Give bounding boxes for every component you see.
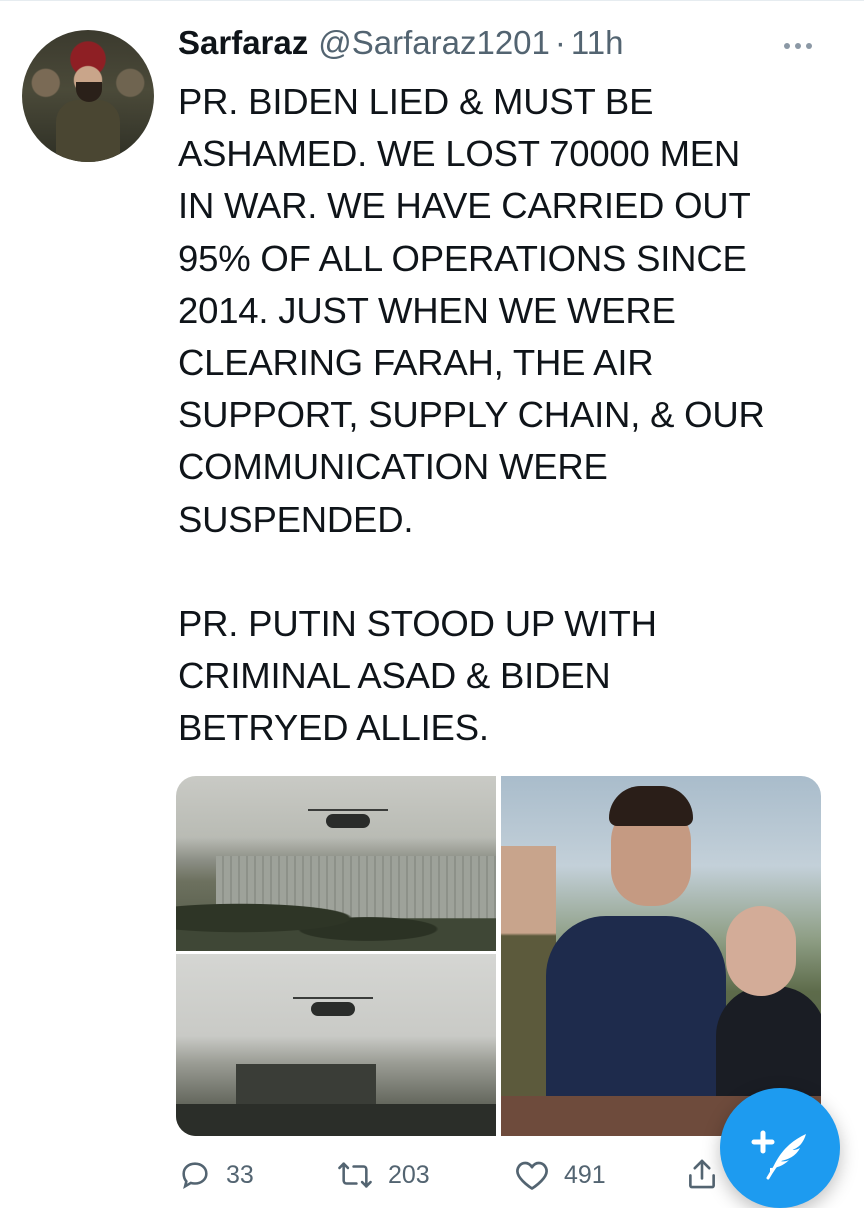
helicopter-shape <box>293 997 373 1016</box>
helicopter-shape <box>308 809 388 828</box>
avatar-figure <box>56 100 120 162</box>
share-button[interactable] <box>686 1156 718 1192</box>
more-dot <box>806 43 812 49</box>
media-image-helicopter-over-compound[interactable] <box>176 954 496 1136</box>
like-button[interactable]: 491 <box>514 1158 606 1192</box>
retweet-icon <box>338 1162 372 1188</box>
tweet-media-grid <box>176 776 821 1136</box>
author-name[interactable]: Sarfaraz <box>178 24 308 62</box>
more-dot <box>784 43 790 49</box>
reply-count: 33 <box>226 1160 254 1189</box>
reply-icon <box>182 1162 208 1189</box>
tweet-header: Sarfaraz @Sarfaraz1201 · 11h <box>178 24 624 68</box>
compose-tweet-icon <box>751 1130 806 1180</box>
share-icon <box>689 1159 715 1189</box>
top-divider <box>0 0 864 1</box>
more-dot <box>795 43 801 49</box>
retweet-button[interactable]: 203 <box>336 1158 430 1192</box>
trees-shape <box>176 896 496 951</box>
media-image-leaders-standing[interactable] <box>501 776 821 1136</box>
compose-tweet-button[interactable] <box>720 1088 840 1208</box>
heart-icon <box>516 1161 548 1190</box>
separator-dot: · <box>554 24 566 61</box>
media-image-helicopter-over-building[interactable] <box>176 776 496 951</box>
tweet-text: PR. BIDEN LIED & MUST BE ASHAMED. WE LOS… <box>178 81 765 749</box>
foreground-shape <box>176 1104 496 1136</box>
avatar-face-detail <box>76 82 102 102</box>
tweet-timestamp[interactable]: 11h <box>571 24 624 62</box>
author-handle[interactable]: @Sarfaraz1201 <box>318 24 550 62</box>
second-man-head-shape <box>726 906 796 996</box>
retweet-count: 203 <box>388 1160 430 1189</box>
reply-button[interactable]: 33 <box>178 1158 254 1192</box>
more-icon[interactable] <box>784 36 820 56</box>
man-hair-shape <box>609 786 693 826</box>
avatar[interactable] <box>22 30 154 162</box>
like-count: 491 <box>564 1160 606 1189</box>
